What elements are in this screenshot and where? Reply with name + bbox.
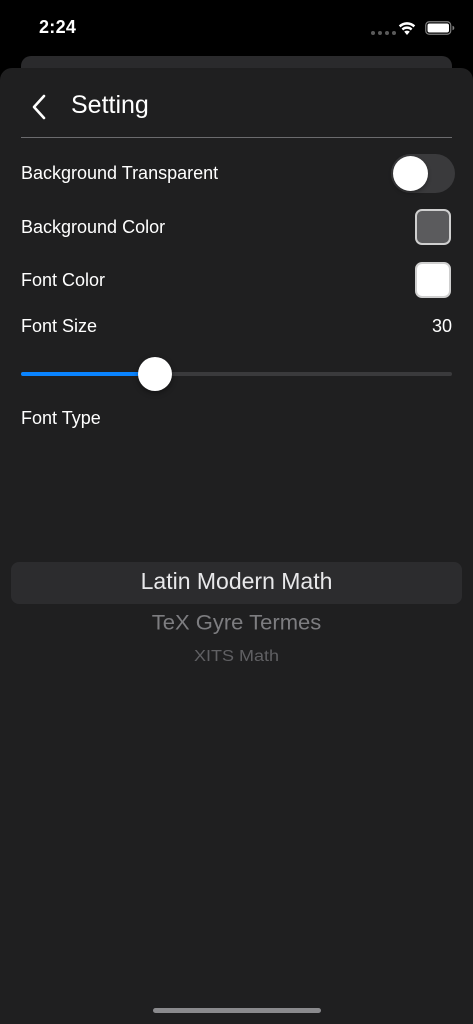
page-title: Setting: [71, 91, 149, 119]
status-time: 2:24: [39, 17, 77, 37]
font-size-slider[interactable]: [21, 357, 452, 391]
slider-fill: [21, 372, 155, 376]
wifi-icon: [398, 22, 416, 35]
font-size-label: Font Size: [21, 316, 98, 336]
status-bar: 2:24: [0, 0, 473, 56]
font-color-swatch[interactable]: [415, 262, 451, 298]
battery-icon: [425, 21, 455, 35]
picker-option[interactable]: TeX Gyre Termes: [11, 611, 462, 636]
background-color-swatch[interactable]: [415, 209, 451, 245]
font-color-label: Font Color: [21, 270, 106, 290]
background-transparent-label: Background Transparent: [21, 163, 219, 183]
back-button[interactable]: [28, 92, 50, 122]
chevron-left-icon: [32, 94, 46, 120]
nav-divider: [21, 137, 452, 138]
font-type-label: Font Type: [21, 408, 101, 428]
font-size-value: 30: [431, 316, 452, 336]
slider-thumb[interactable]: [138, 357, 172, 391]
background-transparent-toggle[interactable]: [391, 154, 455, 193]
cellular-signal-icon: [371, 31, 396, 35]
background-color-label: Background Color: [21, 217, 166, 237]
picker-option[interactable]: XITS Math: [11, 648, 462, 666]
font-type-picker[interactable]: Latin Modern Math TeX Gyre Termes XITS M…: [11, 440, 462, 740]
home-indicator: [153, 1008, 321, 1013]
toggle-knob: [393, 156, 428, 191]
picker-option-selected[interactable]: Latin Modern Math: [11, 568, 462, 595]
